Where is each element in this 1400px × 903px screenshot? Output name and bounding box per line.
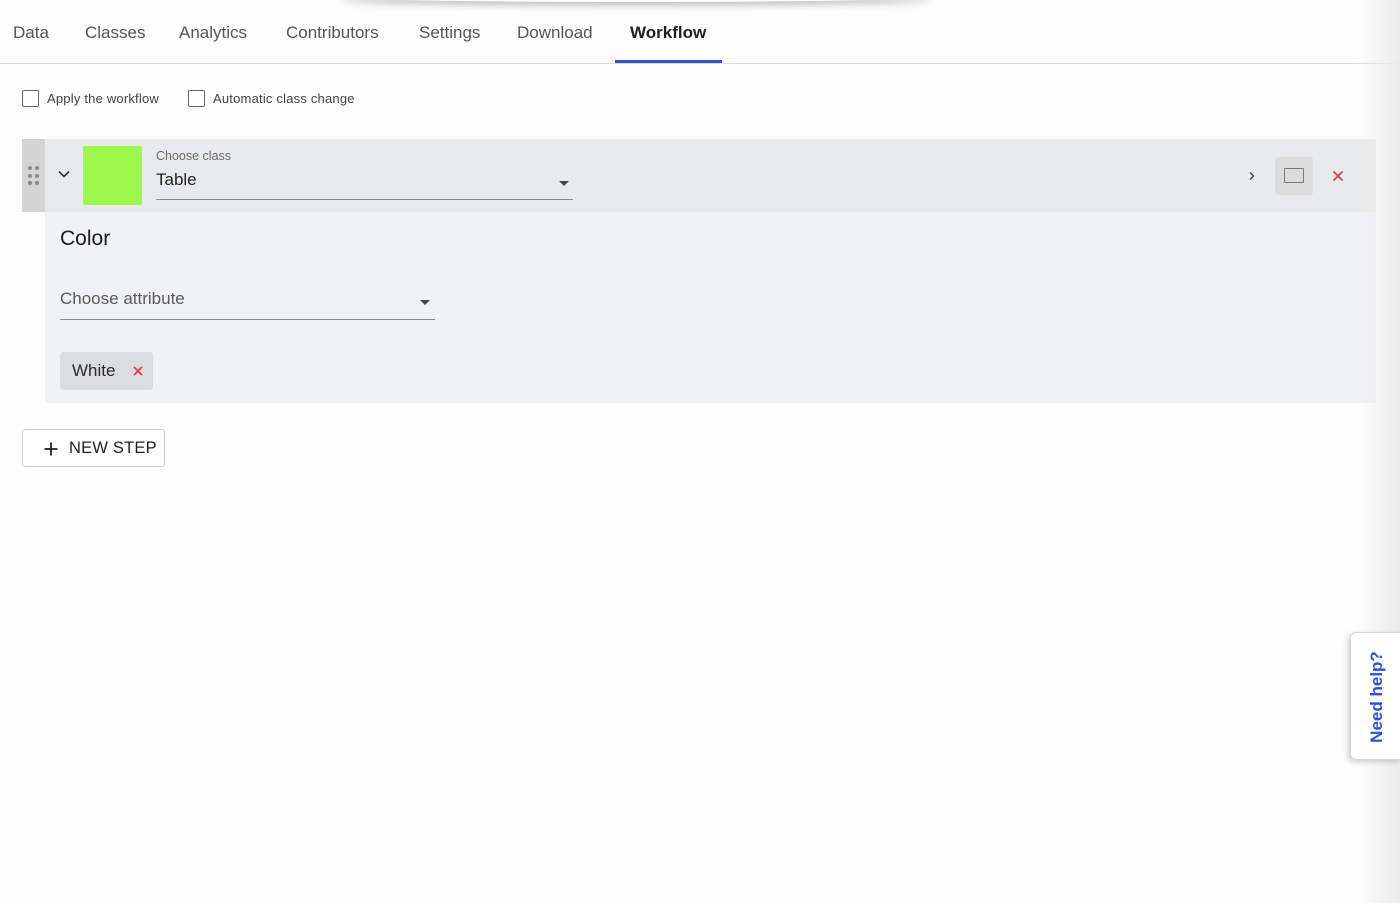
plus-icon [44, 442, 58, 456]
apply-workflow-label: Apply the workflow [47, 90, 159, 106]
class-color-swatch[interactable] [83, 146, 142, 205]
right-edge-fade [1356, 0, 1400, 903]
tab-download[interactable]: Download [517, 0, 593, 64]
apply-workflow-checkbox[interactable] [22, 89, 39, 107]
select-underline [60, 319, 435, 320]
tab-bar: Data Classes Analytics Contributors Sett… [0, 0, 1400, 64]
caret-down-icon [559, 181, 569, 186]
drag-handle-icon [28, 166, 39, 186]
choose-class-value: Table [156, 170, 197, 189]
attribute-chip: White [60, 352, 153, 390]
remove-chip-icon[interactable] [131, 364, 145, 378]
close-icon[interactable] [1330, 168, 1346, 184]
tab-data[interactable]: Data [13, 0, 49, 64]
tab-classes[interactable]: Classes [85, 0, 145, 64]
choose-attribute-select[interactable]: Choose attribute [60, 284, 435, 320]
automatic-class-change-label: Automatic class change [213, 90, 355, 106]
frame-toggle-button[interactable] [1275, 157, 1313, 195]
tab-contributors[interactable]: Contributors [286, 0, 379, 64]
chevron-down-icon[interactable] [56, 166, 72, 182]
drag-handle[interactable] [22, 139, 45, 212]
choose-class-select[interactable]: Choose class Table [156, 146, 573, 200]
new-step-button[interactable]: NEW STEP [22, 429, 165, 467]
chip-label: White [72, 361, 116, 380]
choose-attribute-placeholder: Choose attribute [60, 289, 185, 308]
need-help-label: Need help? [1367, 651, 1386, 743]
apply-workflow-option[interactable]: Apply the workflow [22, 88, 159, 108]
frame-icon [1284, 168, 1304, 183]
chevron-right-icon[interactable] [1246, 169, 1258, 183]
automatic-class-change-option[interactable]: Automatic class change [188, 88, 355, 108]
tab-workflow[interactable]: Workflow [630, 0, 706, 64]
color-section-title: Color [60, 227, 111, 250]
select-underline [156, 199, 573, 200]
active-tab-indicator [615, 60, 722, 63]
automatic-class-change-checkbox[interactable] [188, 89, 205, 107]
tab-settings[interactable]: Settings [419, 0, 480, 64]
need-help-tab[interactable]: Need help? [1350, 632, 1400, 760]
new-step-label: NEW STEP [69, 439, 157, 457]
caret-down-icon [420, 300, 430, 305]
choose-class-caption: Choose class [156, 149, 232, 163]
tab-analytics[interactable]: Analytics [179, 0, 247, 64]
